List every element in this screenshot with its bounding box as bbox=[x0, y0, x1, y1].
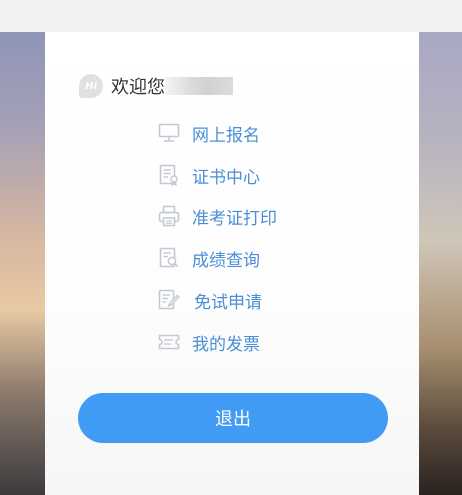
menu-item-score-inquiry[interactable]: 成绩查询 bbox=[158, 245, 260, 271]
ticket-icon bbox=[158, 331, 180, 353]
welcome-text: 欢迎您 bbox=[111, 77, 165, 98]
welcome-row: Hi 欢迎您 bbox=[79, 72, 233, 100]
hi-badge-icon: Hi bbox=[79, 74, 103, 98]
background-image-left bbox=[0, 32, 45, 495]
menu-item-label: 免试申请 bbox=[194, 292, 262, 313]
top-bar bbox=[0, 0, 462, 32]
redacted-username bbox=[165, 77, 233, 95]
menu-item-label: 网上报名 bbox=[192, 125, 260, 146]
menu-item-exemption-application[interactable]: 免试申请 bbox=[158, 287, 262, 313]
certificate-icon bbox=[158, 164, 180, 186]
menu-item-admission-ticket-print[interactable]: 准考证打印 bbox=[158, 203, 277, 229]
menu-item-label: 准考证打印 bbox=[192, 208, 277, 229]
printer-icon bbox=[158, 205, 180, 227]
monitor-icon bbox=[158, 122, 180, 144]
background-image-right bbox=[419, 32, 462, 495]
menu-item-online-registration[interactable]: 网上报名 bbox=[158, 120, 260, 146]
score-search-icon bbox=[158, 247, 180, 269]
edit-form-icon bbox=[158, 289, 180, 311]
menu-item-label: 我的发票 bbox=[192, 334, 260, 355]
menu-item-label: 成绩查询 bbox=[192, 250, 260, 271]
menu-item-certificate-center[interactable]: 证书中心 bbox=[158, 162, 260, 188]
menu-item-label: 证书中心 bbox=[192, 167, 260, 188]
menu-item-my-invoices[interactable]: 我的发票 bbox=[158, 329, 260, 355]
logout-button[interactable]: 退出 bbox=[78, 393, 388, 443]
